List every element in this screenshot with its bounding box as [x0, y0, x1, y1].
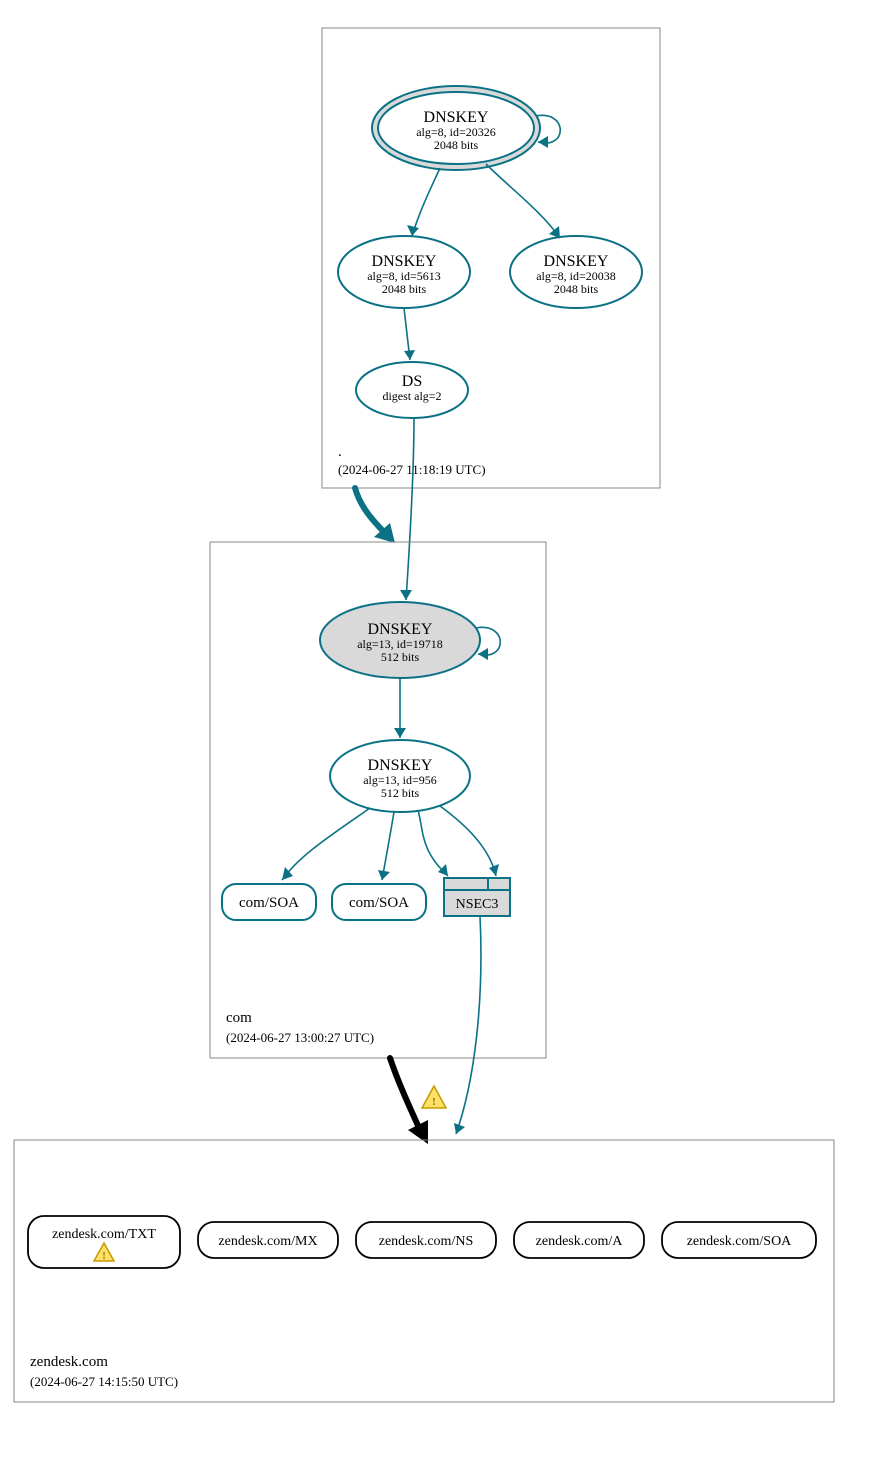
- edge-ds-to-com-ksk: [406, 418, 414, 600]
- svg-text:512 bits: 512 bits: [381, 650, 420, 664]
- svg-text:DNSKEY: DNSKEY: [368, 621, 433, 638]
- zone-com-label: com: [226, 1010, 252, 1026]
- zone-root-label: .: [338, 444, 342, 460]
- svg-text:DNSKEY: DNSKEY: [372, 253, 437, 270]
- svg-text:!: !: [102, 1251, 105, 1262]
- svg-text:zendesk.com/NS: zendesk.com/NS: [379, 1234, 473, 1249]
- root-zsk1: DNSKEY alg=8, id=5613 2048 bits: [338, 236, 470, 308]
- leaf-rr-mx: zendesk.com/MX: [198, 1222, 338, 1258]
- svg-text:digest alg=2: digest alg=2: [382, 389, 441, 403]
- zone-com-timestamp: (2024-06-27 13:00:27 UTC): [226, 1030, 374, 1045]
- svg-text:DNSKEY: DNSKEY: [544, 253, 609, 270]
- com-ksk: DNSKEY alg=13, id=19718 512 bits: [320, 602, 480, 678]
- zone-leaf-box: [14, 1140, 834, 1402]
- zone-leaf-timestamp: (2024-06-27 14:15:50 UTC): [30, 1374, 178, 1389]
- edge-zsk-soa1: [282, 808, 370, 880]
- edge-root-to-com-zone: [355, 488, 386, 534]
- svg-text:2048 bits: 2048 bits: [554, 282, 599, 296]
- leaf-rr-txt: zendesk.com/TXT !: [28, 1216, 180, 1268]
- edge-com-to-leaf-zone: [390, 1058, 420, 1130]
- svg-text:NSEC3: NSEC3: [456, 897, 499, 912]
- svg-text:alg=8, id=20326: alg=8, id=20326: [416, 125, 496, 139]
- root-ksk: DNSKEY alg=8, id=20326 2048 bits: [372, 86, 540, 170]
- edge-zsk-nsec-b: [440, 806, 496, 876]
- edge-zsk-nsec-a: [418, 810, 448, 876]
- root-ds: DS digest alg=2: [356, 362, 468, 418]
- svg-text:DS: DS: [402, 373, 422, 390]
- zone-root-timestamp: (2024-06-27 11:18:19 UTC): [338, 462, 486, 477]
- root-zsk2: DNSKEY alg=8, id=20038 2048 bits: [510, 236, 642, 308]
- dnssec-diagram: . (2024-06-27 11:18:19 UTC) DNSKEY alg=8…: [0, 0, 880, 1482]
- edge-zsk-soa2: [382, 812, 394, 880]
- svg-text:alg=13, id=956: alg=13, id=956: [363, 773, 437, 787]
- svg-text:512 bits: 512 bits: [381, 786, 420, 800]
- svg-text:2048 bits: 2048 bits: [434, 138, 479, 152]
- leaf-rr-ns: zendesk.com/NS: [356, 1222, 496, 1258]
- svg-text:alg=8, id=20038: alg=8, id=20038: [536, 269, 616, 283]
- svg-text:com/SOA: com/SOA: [239, 895, 299, 911]
- leaf-rr-soa: zendesk.com/SOA: [662, 1222, 816, 1258]
- svg-text:zendesk.com/SOA: zendesk.com/SOA: [687, 1234, 792, 1249]
- com-zsk: DNSKEY alg=13, id=956 512 bits: [330, 740, 470, 812]
- svg-text:zendesk.com/MX: zendesk.com/MX: [218, 1234, 317, 1249]
- edge-nsec-to-leaf: [456, 916, 481, 1134]
- edge-ksk-zsk2: [486, 164, 560, 238]
- com-nsec3: NSEC3: [444, 878, 510, 916]
- svg-text:com/SOA: com/SOA: [349, 895, 409, 911]
- svg-text:DNSKEY: DNSKEY: [368, 757, 433, 774]
- svg-text:DNSKEY: DNSKEY: [424, 109, 489, 126]
- svg-text:alg=13, id=19718: alg=13, id=19718: [357, 637, 443, 651]
- svg-text:2048 bits: 2048 bits: [382, 282, 427, 296]
- svg-text:!: !: [432, 1096, 436, 1108]
- svg-text:zendesk.com/TXT: zendesk.com/TXT: [52, 1227, 156, 1242]
- leaf-rr-a: zendesk.com/A: [514, 1222, 644, 1258]
- warning-icon: !: [422, 1086, 446, 1108]
- zone-leaf-label: zendesk.com: [30, 1354, 108, 1370]
- edge-ksk-zsk1: [412, 168, 440, 236]
- svg-text:alg=8, id=5613: alg=8, id=5613: [367, 269, 441, 283]
- svg-text:zendesk.com/A: zendesk.com/A: [536, 1234, 624, 1249]
